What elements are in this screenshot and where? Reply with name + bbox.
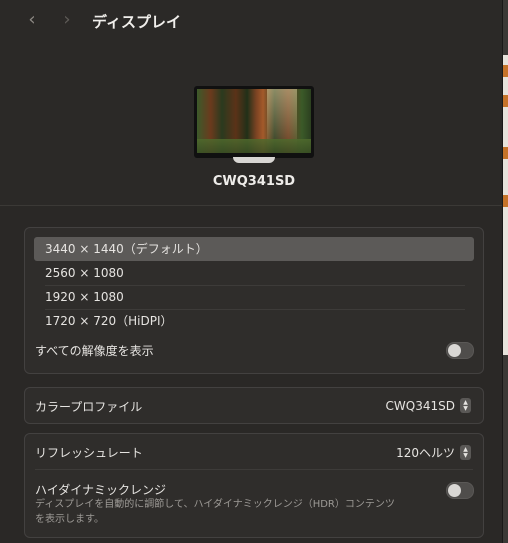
refresh-rate-value: 120ヘルツ (396, 446, 455, 460)
color-profile-select[interactable]: CWQ341SD ▲ ▼ (386, 398, 471, 413)
toggle-knob (448, 484, 461, 497)
chevron-left-icon[interactable]: ‹ (22, 10, 42, 30)
resolution-option[interactable]: 2560 × 1080 (34, 261, 474, 285)
refresh-rate-label: リフレッシュレート (35, 446, 143, 460)
color-profile-value: CWQ341SD (385, 398, 455, 413)
page-title: ディスプレイ (92, 13, 181, 31)
updown-chevron-icon: ▲ ▼ (460, 398, 471, 413)
updown-chevron-icon: ▲ ▼ (460, 445, 471, 460)
divider (35, 469, 473, 470)
hdr-label: ハイダイナミックレンジ (35, 483, 167, 497)
hdr-description-line: ディスプレイを自動的に調節して、ハイダイナミックレンジ（HDR）コンテンツ (35, 499, 395, 510)
color-profile-label: カラープロファイル (35, 400, 143, 414)
display-name: CWQ341SD (212, 174, 296, 189)
refresh-rate-select[interactable]: 120ヘルツ ▲ ▼ (396, 444, 471, 461)
color-profile-panel: カラープロファイル CWQ341SD ▲ ▼ (24, 387, 484, 424)
refresh-rate-panel: リフレッシュレート 120ヘルツ ▲ ▼ ハイダイナミックレンジ ディスプレイを自… (24, 433, 484, 538)
resolution-option[interactable]: 1920 × 1080 (34, 285, 474, 309)
chevron-right-icon[interactable]: › (57, 10, 77, 30)
toggle-knob (448, 344, 461, 357)
monitor-stand-icon (233, 157, 275, 163)
resolution-panel: 3440 × 1440（デフォルト） 2560 × 1080 1920 × 10… (24, 227, 484, 374)
show-all-resolutions-label: すべての解像度を表示 (35, 344, 154, 358)
toolbar: ‹ › ディスプレイ (0, 0, 502, 42)
hdr-description: ディスプレイを自動的に調節して、ハイダイナミックレンジ（HDR）コンテンツ を表… (35, 497, 415, 527)
resolution-option[interactable]: 3440 × 1440（デフォルト） (34, 237, 474, 261)
hdr-toggle[interactable] (446, 482, 474, 499)
show-all-resolutions-toggle[interactable] (446, 342, 474, 359)
wallpaper-preview (197, 89, 311, 153)
resolution-option[interactable]: 1720 × 720（HiDPI） (34, 309, 474, 333)
settings-window: ‹ › ディスプレイ CWQ341SD 3440 × 1440（デフォルト） 2… (0, 0, 503, 543)
hdr-description-line: を表示します。 (35, 514, 104, 525)
monitor-icon[interactable] (194, 86, 314, 158)
